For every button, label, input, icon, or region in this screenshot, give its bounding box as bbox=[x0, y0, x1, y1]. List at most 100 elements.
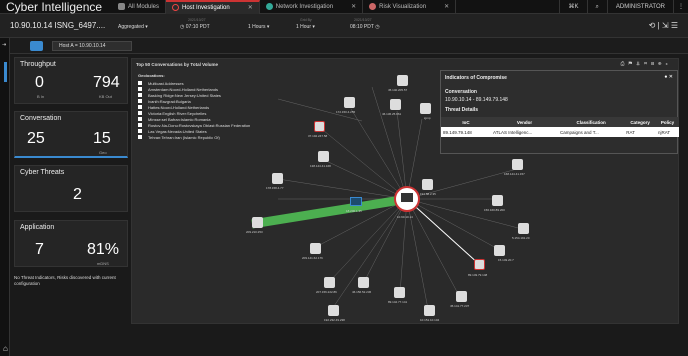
node-label: 46.156.52.236 bbox=[352, 290, 372, 294]
top-bar: Cyber Intelligence All Modules Host Inve… bbox=[0, 0, 688, 14]
close-icon[interactable]: ✕ bbox=[351, 3, 356, 10]
host-filter-label[interactable]: Host A = 10.90.10.14 bbox=[52, 41, 132, 51]
column-header[interactable]: Vendor bbox=[491, 117, 559, 127]
no-threat-message: No Threat Indicators, Risks discovered w… bbox=[14, 275, 116, 286]
host-node[interactable] bbox=[424, 305, 435, 316]
column-header[interactable]: Category bbox=[624, 117, 656, 127]
node-label: 5.154.191.20 bbox=[512, 236, 530, 240]
close-icon[interactable]: ✕ bbox=[248, 4, 253, 11]
host-node[interactable] bbox=[310, 243, 321, 254]
host-node[interactable] bbox=[420, 103, 431, 114]
expand-icon[interactable]: ⇥ bbox=[2, 42, 6, 48]
host-node[interactable] bbox=[422, 179, 433, 190]
column-header[interactable]: Policy bbox=[655, 117, 679, 127]
host-selector[interactable]: 10.90.10.14 ISNG_6497.... bbox=[10, 21, 105, 30]
host-node[interactable] bbox=[328, 305, 339, 316]
tab-label: All Modules bbox=[128, 3, 160, 10]
close-icon[interactable]: ✕ bbox=[444, 3, 449, 10]
threats-count: 2 bbox=[73, 186, 82, 203]
table-cell: njRAT bbox=[655, 127, 679, 137]
conversation-card[interactable]: Conversation 25 15 Geo bbox=[14, 111, 128, 158]
more-icon[interactable]: ⋮ bbox=[673, 0, 688, 14]
card-title: Application bbox=[20, 224, 55, 231]
duration-dropdown[interactable]: 1 Hours ▾ bbox=[248, 24, 269, 30]
node-label: 194.88.2.35 bbox=[420, 192, 436, 196]
end-time-field[interactable]: 08:10 PDT ◷ bbox=[350, 24, 380, 30]
server-icon[interactable] bbox=[350, 197, 362, 206]
node-label: 209.210.253 bbox=[246, 230, 263, 234]
tab-label: Risk Visualization bbox=[379, 3, 427, 10]
search-icon[interactable]: ⌕ bbox=[586, 0, 607, 14]
threat-node[interactable] bbox=[474, 259, 485, 270]
tab-host-investigation[interactable]: Host Investigation ✕ bbox=[166, 0, 260, 14]
ioc-controls[interactable]: ● ✕ bbox=[664, 74, 673, 80]
column-header[interactable]: Classification bbox=[558, 117, 625, 127]
graph-edge bbox=[350, 108, 408, 200]
node-label: 46.136.25.861 bbox=[382, 112, 402, 116]
aggregated-dropdown[interactable]: Aggregated ▾ bbox=[118, 24, 148, 30]
cyber-threats-card[interactable]: Cyber Threats 2 bbox=[14, 165, 128, 212]
grid-by-value: 1 Hour bbox=[296, 24, 312, 30]
tab-network-investigation[interactable]: Network Investigation ✕ bbox=[260, 0, 364, 14]
node-label: 15.149.20.7 bbox=[498, 258, 514, 262]
table-cell: 89.149.79.148 bbox=[441, 127, 492, 137]
duration-label: 1 Hours bbox=[248, 24, 266, 30]
start-time-field[interactable]: ◷ 07:10 PDT bbox=[180, 24, 210, 30]
host-node[interactable] bbox=[252, 217, 263, 228]
tab-label: Network Investigation bbox=[275, 3, 334, 10]
node-label: 209.141.62.176 bbox=[302, 256, 323, 260]
table-row[interactable]: 89.149.79.148 ATLAS Intelligenc... Campa… bbox=[441, 127, 679, 137]
application-percent: 81% bbox=[87, 241, 120, 258]
application-card[interactable]: Application 7 81% mDNS bbox=[14, 220, 128, 267]
graph-edge bbox=[362, 198, 408, 285]
tab-risk-visualization[interactable]: Risk Visualization ✕ bbox=[363, 0, 457, 14]
host-node[interactable] bbox=[344, 97, 355, 108]
host-node[interactable] bbox=[390, 99, 401, 110]
host-node[interactable] bbox=[324, 277, 335, 288]
host-monitor-icon[interactable] bbox=[30, 41, 43, 51]
node-label: 45.141.77.237 bbox=[450, 304, 470, 308]
ioc-table: IoC Vendor Classification Category Polic… bbox=[441, 117, 679, 137]
keyboard-shortcut-button[interactable]: ⌘K bbox=[559, 0, 586, 14]
host-node[interactable] bbox=[394, 287, 405, 298]
host-node[interactable] bbox=[512, 159, 523, 170]
application-name: mDNS bbox=[97, 261, 109, 266]
throughput-card[interactable]: Throughput 0 B In 794 KB Out bbox=[14, 57, 128, 104]
risk-icon bbox=[369, 3, 377, 10]
host-bar: Host A = 10.90.10.14 bbox=[10, 38, 688, 54]
threat-node[interactable] bbox=[314, 121, 325, 132]
host-node[interactable] bbox=[456, 291, 467, 302]
card-title: Cyber Threats bbox=[20, 169, 65, 176]
host-node[interactable] bbox=[318, 151, 329, 162]
host-node[interactable] bbox=[358, 277, 369, 288]
center-host-icon bbox=[401, 193, 413, 202]
table-cell: Campaigns and T... bbox=[558, 127, 625, 137]
host-node[interactable] bbox=[272, 173, 283, 184]
graph-edge bbox=[277, 178, 408, 200]
node-label: 172.150.4.255 bbox=[336, 110, 356, 114]
node-label: 156.160.89.200 bbox=[484, 208, 505, 212]
node-label: 192.232.49.238 bbox=[324, 318, 345, 322]
table-cell: RAT bbox=[624, 127, 656, 137]
graph-edge bbox=[321, 158, 408, 200]
app-title: Cyber Intelligence bbox=[6, 0, 103, 14]
home-icon[interactable]: ⌂ bbox=[3, 344, 8, 353]
top-right-tools: ⌘K ⌕ ADMINISTRATOR ⋮ bbox=[559, 0, 688, 14]
grid-by-dropdown[interactable]: 1 Hour ▾ bbox=[296, 24, 315, 30]
host-node[interactable] bbox=[494, 245, 505, 256]
application-count: 7 bbox=[35, 241, 44, 258]
geo-count: 15 bbox=[93, 130, 111, 147]
aggregated-label: Aggregated bbox=[118, 24, 144, 30]
node-label: 37.192.247.58 bbox=[308, 134, 328, 138]
host-node[interactable] bbox=[397, 75, 408, 86]
geo-label: Geo bbox=[99, 150, 107, 155]
filter-tools[interactable]: ⟲ | ⇲ ☰ bbox=[649, 21, 678, 30]
tab-all-modules[interactable]: All Modules bbox=[112, 0, 167, 14]
tab-label: Host Investigation bbox=[182, 4, 230, 11]
node-label: 168.144.41.157 bbox=[504, 172, 525, 176]
column-header[interactable]: IoC bbox=[441, 117, 492, 127]
host-node[interactable] bbox=[492, 195, 503, 206]
user-menu[interactable]: ADMINISTRATOR bbox=[606, 0, 673, 14]
host-node[interactable] bbox=[518, 223, 529, 234]
filter-bar: 10.90.10.14 ISNG_6497.... Aggregated ▾ 2… bbox=[0, 14, 688, 38]
